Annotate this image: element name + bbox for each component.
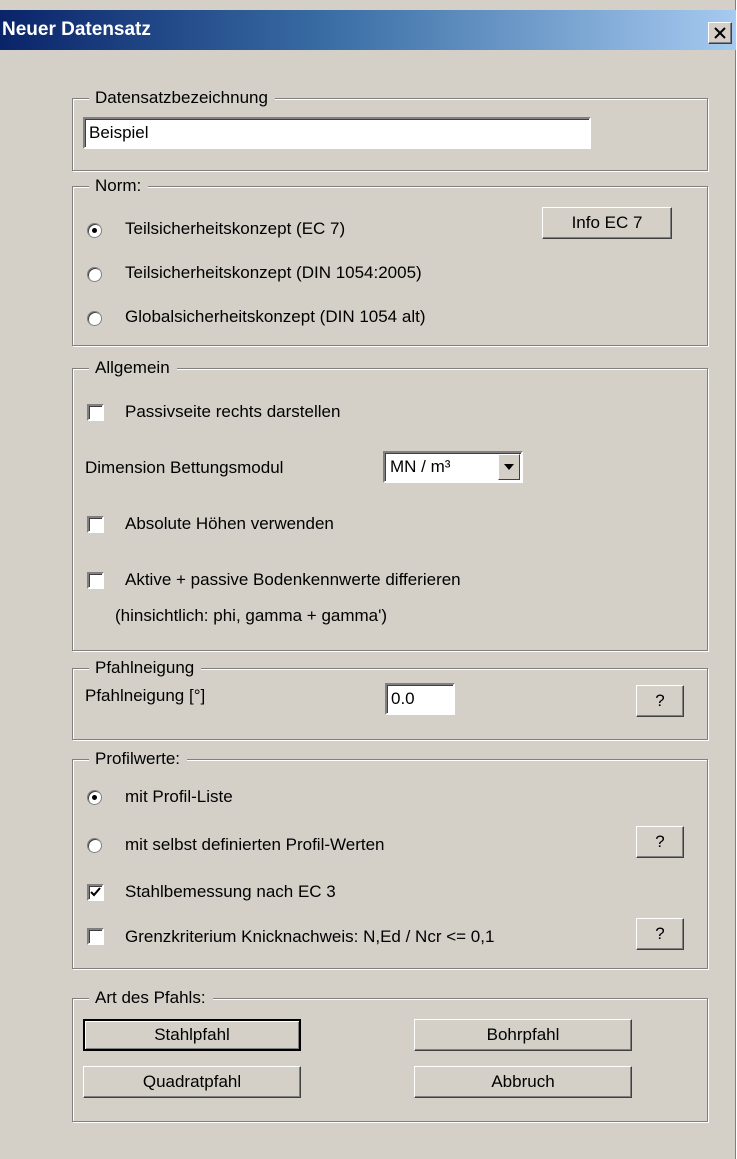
group-profilwerte: Profilwerte: mit Profil-Liste mit selbst… bbox=[72, 748, 708, 969]
label-aktive-passive: Aktive + passive Bodenkennwerte differie… bbox=[125, 570, 461, 589]
dropdown-button[interactable] bbox=[498, 454, 520, 480]
checkbox-aktive-passive[interactable] bbox=[87, 572, 104, 589]
group-norm: Norm: Teilsicherheitskonzept (EC 7) Info… bbox=[72, 175, 708, 346]
note-aktive-passive: (hinsichtlich: phi, gamma + gamma') bbox=[115, 606, 388, 625]
radio-norm-din2005[interactable] bbox=[87, 267, 102, 282]
radio-norm-ec7[interactable] bbox=[87, 223, 102, 238]
checkbox-grenzkriterium[interactable] bbox=[87, 928, 104, 945]
close-icon bbox=[714, 27, 726, 39]
label-stahlbemessung: Stahlbemessung nach EC 3 bbox=[125, 882, 336, 901]
label-pfahlneigung: Pfahlneigung [°] bbox=[85, 686, 206, 705]
window-title: Neuer Datensatz bbox=[2, 19, 151, 40]
label-profil-custom: mit selbst definierten Profil-Werten bbox=[125, 835, 385, 854]
profil-custom-help-button[interactable]: ? bbox=[636, 826, 684, 858]
checkbox-passivseite[interactable] bbox=[87, 404, 104, 421]
dimension-bettungsmodul-select[interactable]: MN / m³ bbox=[383, 451, 523, 483]
group-allgemein: Allgemein Passivseite rechts darstellen … bbox=[72, 357, 708, 651]
bohrpfahl-button[interactable]: Bohrpfahl bbox=[414, 1019, 632, 1051]
pfahlneigung-input[interactable]: 0.0 bbox=[385, 683, 455, 715]
group-legend-allgemein: Allgemein bbox=[89, 357, 177, 379]
dataset-name-input[interactable]: Beispiel bbox=[83, 117, 591, 149]
label-norm-ec7: Teilsicherheitskonzept (EC 7) bbox=[125, 219, 346, 238]
label-norm-din2005: Teilsicherheitskonzept (DIN 1054:2005) bbox=[125, 263, 422, 282]
group-pfahlneigung: Pfahlneigung Pfahlneigung [°] 0.0 ? bbox=[72, 657, 708, 740]
grenzkriterium-help-button[interactable]: ? bbox=[636, 918, 684, 950]
title-bar[interactable]: Neuer Datensatz bbox=[0, 10, 736, 50]
close-button[interactable] bbox=[708, 22, 732, 44]
radio-norm-din-alt[interactable] bbox=[87, 311, 102, 326]
group-art-des-pfahls: Art des Pfahls: Stahlpfahl Bohrpfahl Qua… bbox=[72, 987, 708, 1122]
radio-profil-custom[interactable] bbox=[87, 838, 102, 853]
radio-profil-liste[interactable] bbox=[87, 790, 102, 805]
checkbox-absolute-hoehen[interactable] bbox=[87, 516, 104, 533]
checkbox-stahlbemessung[interactable] bbox=[87, 884, 104, 901]
checkmark-icon bbox=[90, 887, 101, 897]
stahlpfahl-button[interactable]: Stahlpfahl bbox=[83, 1019, 301, 1051]
label-passivseite: Passivseite rechts darstellen bbox=[125, 402, 341, 421]
chevron-down-icon bbox=[504, 464, 514, 470]
group-legend-art-des-pfahls: Art des Pfahls: bbox=[89, 987, 213, 1009]
pfahlneigung-help-button[interactable]: ? bbox=[636, 685, 684, 717]
quadratpfahl-button[interactable]: Quadratpfahl bbox=[83, 1066, 301, 1098]
label-absolute-hoehen: Absolute Höhen verwenden bbox=[125, 514, 334, 533]
group-legend-profilwerte: Profilwerte: bbox=[89, 748, 188, 770]
group-legend-pfahlneigung: Pfahlneigung bbox=[89, 657, 202, 679]
group-legend-datensatzbezeichnung: Datensatzbezeichnung bbox=[89, 87, 275, 109]
label-dimension-bettungsmodul: Dimension Bettungsmodul bbox=[85, 458, 284, 477]
info-ec7-button[interactable]: Info EC 7 bbox=[542, 207, 672, 239]
label-grenzkriterium: Grenzkriterium Knicknachweis: N,Ed / Ncr… bbox=[125, 927, 495, 946]
dimension-bettungsmodul-value: MN / m³ bbox=[390, 457, 451, 476]
label-norm-din-alt: Globalsicherheitskonzept (DIN 1054 alt) bbox=[125, 307, 426, 326]
group-datensatzbezeichnung: Datensatzbezeichnung Beispiel bbox=[72, 87, 708, 171]
dialog-window: Neuer Datensatz Datensatzbezeichnung Bei… bbox=[0, 0, 736, 1159]
label-profil-liste: mit Profil-Liste bbox=[125, 787, 233, 806]
abbruch-button[interactable]: Abbruch bbox=[414, 1066, 632, 1098]
group-legend-norm: Norm: bbox=[89, 175, 149, 197]
